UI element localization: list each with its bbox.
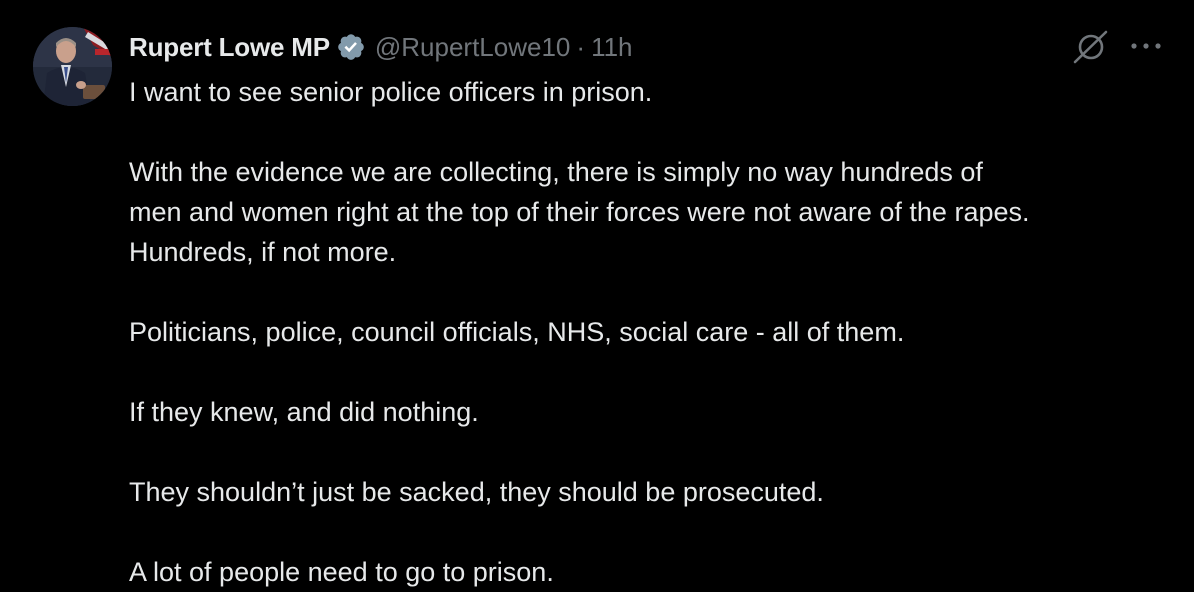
tweet-paragraph: They shouldn’t just be sacked, they shou… <box>129 472 1179 512</box>
tweet-text: I want to see senior police officers in … <box>129 72 1179 592</box>
tweet-paragraph: A lot of people need to go to prison. <box>129 552 1179 592</box>
more-options-icon[interactable] <box>1128 38 1164 54</box>
tweet-line: men and women right at the top of their … <box>129 197 1030 227</box>
tweet-paragraph: If they knew, and did nothing. <box>129 392 1179 432</box>
tweet-line: With the evidence we are collecting, the… <box>129 157 983 187</box>
verified-badge-icon[interactable] <box>336 32 366 62</box>
tweet[interactable]: Rupert Lowe MP @RupertLowe10 · 11h I wan… <box>0 0 1194 592</box>
tweet-line: I want to see senior police officers in … <box>129 77 653 107</box>
avatar[interactable] <box>33 27 112 106</box>
tweet-line: They shouldn’t just be sacked, they shou… <box>129 477 824 507</box>
tweet-header: Rupert Lowe MP @RupertLowe10 · 11h <box>129 30 633 64</box>
display-name[interactable]: Rupert Lowe MP <box>129 32 330 63</box>
tweet-line: A lot of people need to go to prison. <box>129 557 554 587</box>
handle[interactable]: @RupertLowe10 <box>375 32 571 63</box>
tweet-paragraph: I want to see senior police officers in … <box>129 72 1179 112</box>
tweet-paragraph: With the evidence we are collecting, the… <box>129 152 1179 272</box>
tweet-line: If they knew, and did nothing. <box>129 397 479 427</box>
tweet-line: Hundreds, if not more. <box>129 237 397 267</box>
separator-dot: · <box>576 31 586 62</box>
avatar-photo <box>33 27 112 106</box>
timestamp[interactable]: 11h <box>591 32 632 63</box>
tweet-line: Politicians, police, council officials, … <box>129 317 905 347</box>
grok-icon[interactable] <box>1071 29 1111 65</box>
tweet-paragraph: Politicians, police, council officials, … <box>129 312 1179 352</box>
